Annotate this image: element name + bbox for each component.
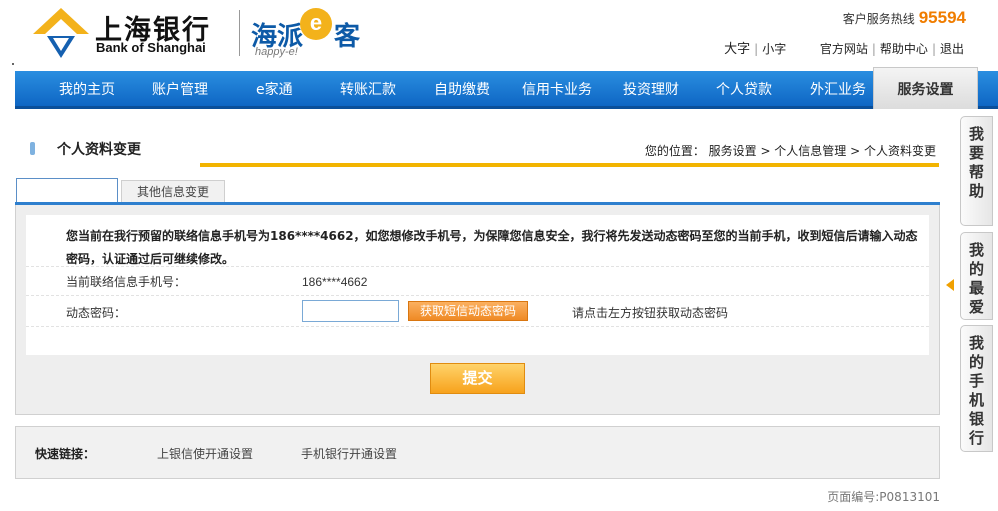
nav-item-payment[interactable]: 自助缴费	[434, 71, 490, 109]
collapse-arrow-icon[interactable]	[946, 279, 954, 291]
nav-item-forex[interactable]: 外汇业务	[810, 71, 866, 109]
brand-e-icon: e	[300, 8, 332, 40]
quick-link-mobile-banking[interactable]: 手机银行开通设置	[301, 445, 397, 462]
float-tab-mobile-banking[interactable]: 我的手机银行	[960, 325, 993, 452]
breadcrumb: 您的位置： 服务设置 > 个人信息管理 > 个人资料变更	[644, 144, 936, 158]
security-notice: 您当前在我行预留的联络信息手机号为186****4662，如您想修改手机号，为保…	[66, 229, 918, 266]
quick-links-label: 快速链接：	[35, 447, 96, 461]
page-title: 个人资料变更	[57, 142, 141, 158]
help-center-link[interactable]: 帮助中心	[880, 40, 928, 57]
nav-item-home[interactable]: 我的主页	[59, 71, 115, 109]
divider: |	[871, 42, 876, 56]
submit-button[interactable]: 提交	[430, 363, 525, 394]
title-marker	[30, 142, 35, 155]
top-links: 大字 | 小字 官方网站 | 帮助中心 | 退出	[724, 38, 964, 57]
divider: |	[754, 42, 759, 56]
logout-link[interactable]: 退出	[940, 40, 964, 57]
bank-name-en: Bank of Shanghai	[96, 40, 206, 55]
brand-name-end: 客	[334, 22, 361, 52]
header: 上海银行 Bank of Shanghai 海派 e 客 happy-e! 客户…	[0, 0, 998, 70]
quick-links: 快速链接： 上银信使开通设置 手机银行开通设置	[15, 426, 940, 479]
phone-label: 当前联络信息手机号：	[66, 275, 187, 289]
form-body: 您当前在我行预留的联络信息手机号为186****4662，如您想修改手机号，为保…	[26, 215, 929, 355]
logo-divider	[239, 10, 240, 56]
nav-item-credit-card[interactable]: 信用卡业务	[522, 71, 592, 109]
service-hotline: 客户服务热线 95594	[843, 8, 966, 28]
float-tab-mobile-label: 我的手机银行	[968, 334, 984, 447]
main-nav: 我的主页 账户管理 e家通 转账汇款 自助缴费 信用卡业务 投资理财 个人贷款 …	[15, 71, 998, 109]
nav-item-transfer[interactable]: 转账汇款	[340, 71, 396, 109]
hotline-label: 客户服务热线	[842, 12, 915, 26]
tab-contact-info[interactable]	[16, 178, 118, 204]
bank-logo[interactable]: 上海银行 Bank of Shanghai 海派 e 客 happy-e!	[33, 6, 363, 62]
stray-dot	[12, 63, 14, 65]
divider: |	[931, 42, 936, 56]
font-small-link[interactable]: 小字	[762, 40, 786, 57]
get-otp-button[interactable]: 获取短信动态密码	[408, 301, 528, 321]
phone-value: 186****4662	[302, 275, 368, 289]
otp-label: 动态密码：	[66, 306, 127, 320]
nav-item-ejiatong[interactable]: e家通	[256, 71, 293, 109]
otp-hint: 请点击左方按钮获取动态密码	[572, 306, 729, 320]
bank-logo-mark-icon	[33, 8, 89, 58]
font-large-link[interactable]: 大字	[724, 38, 750, 57]
brand-slogan: happy-e!	[255, 46, 298, 58]
quick-link-messenger[interactable]: 上银信使开通设置	[157, 445, 253, 462]
form-panel: 您当前在我行预留的联络信息手机号为186****4662，如您想修改手机号，为保…	[15, 205, 940, 415]
page-number: 页面编号:P0813101	[827, 490, 940, 504]
otp-input[interactable]	[302, 300, 399, 322]
hotline-number: 95594	[918, 8, 966, 27]
nav-item-loans[interactable]: 个人贷款	[716, 71, 772, 109]
nav-item-accounts[interactable]: 账户管理	[152, 71, 208, 109]
row-divider	[26, 266, 929, 267]
nav-item-investment[interactable]: 投资理财	[623, 71, 679, 109]
nav-item-service-settings[interactable]: 服务设置	[873, 67, 978, 109]
float-tab-help[interactable]: 我要帮助	[960, 116, 993, 226]
row-divider	[26, 326, 929, 327]
title-underline	[200, 163, 939, 167]
official-site-link[interactable]: 官方网站	[820, 40, 868, 57]
tab-other-info[interactable]: 其他信息变更	[121, 180, 225, 203]
float-tab-help-label: 我要帮助	[968, 125, 984, 200]
float-tab-favorites[interactable]: 我的最爱	[960, 232, 993, 320]
float-tab-favorites-label: 我的最爱	[968, 241, 984, 316]
row-divider	[26, 295, 929, 296]
